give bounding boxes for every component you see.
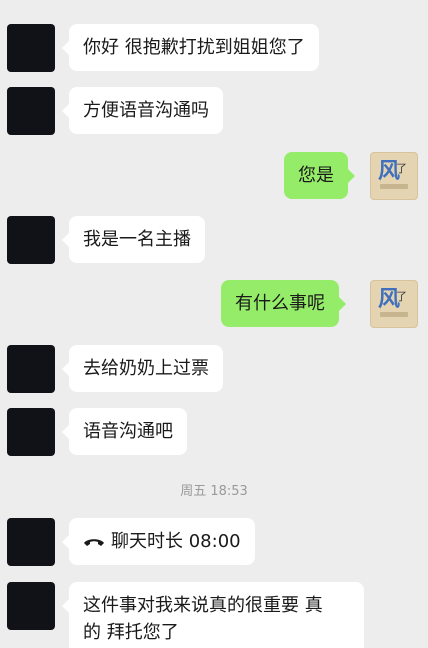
avatar-decoration	[380, 184, 408, 189]
message-text: 语音沟通吧	[83, 421, 173, 442]
message-bubble[interactable]: 这件事对我来说真的很重要 真 的 拜托您了	[62, 582, 364, 648]
message-bubble[interactable]: 我是一名主播	[62, 216, 205, 263]
contact-avatar[interactable]	[7, 87, 55, 135]
message-bubble[interactable]: 去给奶奶上过票	[62, 345, 223, 392]
contact-avatar[interactable]	[7, 345, 55, 393]
contact-avatar[interactable]	[7, 582, 55, 630]
contact-avatar[interactable]	[7, 216, 55, 264]
message-text: 你好 很抱歉打扰到姐姐您了	[83, 37, 305, 58]
message-text: 去给奶奶上过票	[83, 358, 209, 379]
contact-avatar[interactable]	[7, 24, 55, 72]
phone-hangup-icon	[84, 539, 104, 546]
avatar-mark-small: 了	[396, 290, 407, 303]
message-bubble[interactable]: 您是	[284, 152, 355, 199]
avatar-mark-small: 了	[396, 162, 407, 175]
chat-screen: 你好 很抱歉打扰到姐姐您了 方便语音沟通吗 您是 风 了 我是一名主播 有什么事…	[0, 0, 428, 648]
message-bubble[interactable]: 方便语音沟通吗	[62, 87, 223, 134]
message-bubble[interactable]: 语音沟通吧	[62, 408, 187, 455]
call-duration-label: 聊天时长 08:00	[111, 531, 241, 552]
message-text: 方便语音沟通吗	[83, 100, 209, 121]
timestamp: 周五 18:53	[180, 484, 248, 499]
avatar-decoration	[380, 312, 408, 317]
contact-avatar[interactable]	[7, 408, 55, 456]
contact-avatar[interactable]	[7, 518, 55, 566]
message-text-line-1: 这件事对我来说真的很重要 真	[83, 595, 323, 616]
user-avatar[interactable]: 风 了	[370, 152, 418, 200]
user-avatar[interactable]: 风 了	[370, 280, 418, 328]
message-bubble[interactable]: 有什么事呢	[221, 280, 346, 327]
message-bubble[interactable]: 你好 很抱歉打扰到姐姐您了	[62, 24, 319, 71]
message-text: 有什么事呢	[235, 293, 325, 314]
message-text: 我是一名主播	[83, 229, 191, 250]
message-text: 您是	[298, 165, 334, 186]
message-text-line-2: 的 拜托您了	[83, 622, 179, 643]
voice-call-bubble[interactable]: 聊天时长 08:00	[62, 518, 255, 565]
